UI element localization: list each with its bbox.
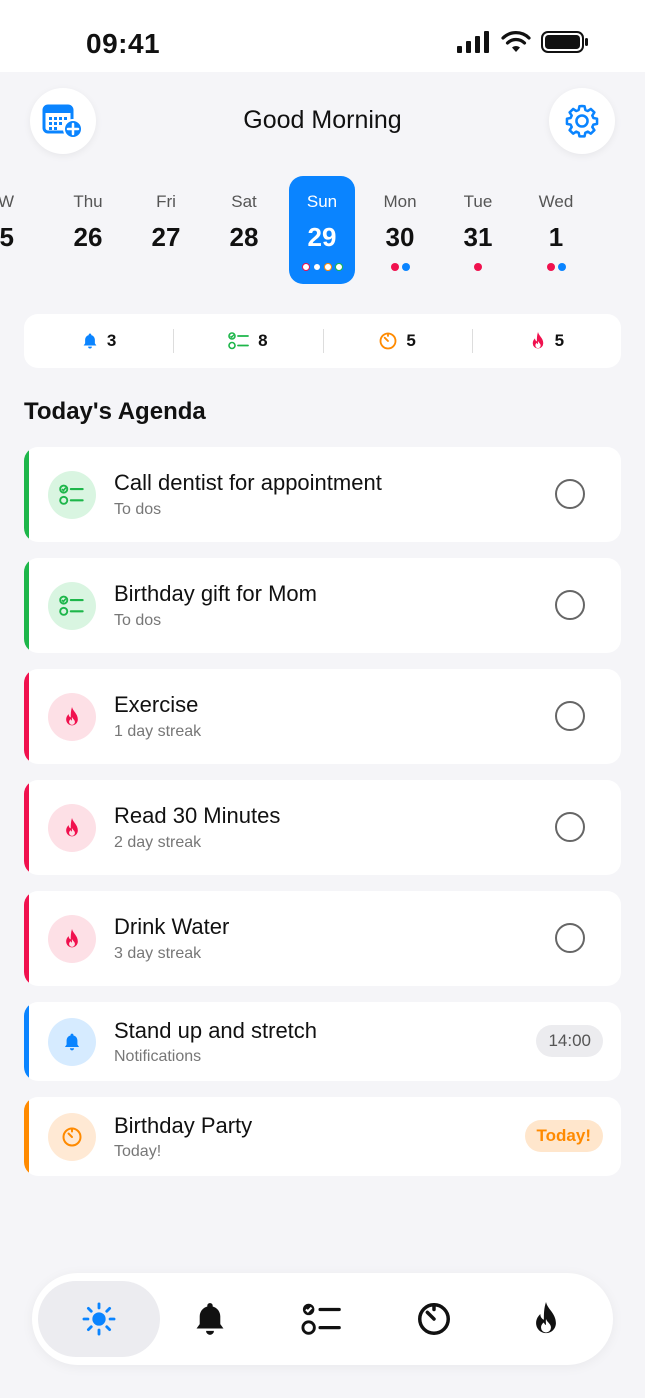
agenda-item-habit[interactable]: Exercise 1 day streak [24, 669, 621, 764]
tab-countdowns[interactable] [373, 1281, 495, 1357]
agenda-item-habit[interactable]: Read 30 Minutes 2 day streak [24, 780, 621, 875]
status-bar: 09:41 [0, 0, 645, 72]
todo-icon-badge [48, 471, 96, 519]
agenda-item-todo[interactable]: Call dentist for appointment To dos [24, 447, 621, 542]
item-subtitle: 3 day streak [114, 945, 202, 962]
item-title: Birthday Party [114, 1113, 253, 1138]
day-cell-selected[interactable]: Sun 29 [289, 176, 355, 284]
tab-today[interactable] [38, 1281, 160, 1357]
habit-icon-badge [48, 915, 96, 963]
stat-habits: 5 [471, 329, 621, 353]
tab-notifications[interactable] [149, 1281, 271, 1357]
todo-icon-badge [48, 582, 96, 630]
stat-countdowns: 5 [322, 329, 472, 353]
complete-checkbox[interactable] [555, 812, 585, 842]
wifi-icon [501, 31, 531, 52]
status-icons [457, 31, 589, 53]
day-cell[interactable]: Fri 27 [133, 176, 199, 284]
item-title: Read 30 Minutes [114, 803, 281, 828]
summary-stats: 3 8 5 5 [24, 314, 621, 368]
flame-icon [536, 1302, 556, 1334]
indicator-dot [323, 263, 332, 271]
item-subtitle: Today! [114, 1143, 162, 1160]
day-cell-prev-partial[interactable]: W 5 [0, 176, 20, 284]
item-title: Call dentist for appointment [114, 470, 382, 495]
flame-icon [66, 707, 78, 726]
countdown-icon-badge [48, 1113, 96, 1161]
tab-habits[interactable] [485, 1281, 607, 1357]
day-indicator-dots [367, 263, 433, 273]
checklist-icon [59, 484, 84, 505]
day-indicator-dots [289, 263, 355, 273]
stat-notifications: 3 [24, 331, 173, 351]
flame-icon [532, 332, 543, 349]
item-subtitle: Notifications [114, 1048, 202, 1065]
battery-icon [541, 31, 588, 53]
indicator-dot [390, 263, 399, 271]
timer-icon [418, 1303, 450, 1335]
agenda-title: Today's Agenda [24, 398, 206, 425]
tab-todos[interactable] [261, 1281, 383, 1357]
sun-icon [82, 1302, 116, 1336]
checklist-icon [301, 1303, 341, 1335]
habit-icon-badge [48, 804, 96, 852]
indicator-dot [474, 263, 482, 271]
day-cell[interactable]: Mon 30 [367, 176, 433, 284]
checklist-icon [228, 332, 250, 350]
habit-icon-badge [48, 693, 96, 741]
day-indicator-dots [523, 263, 589, 273]
week-strip: W 5 Thu 26 Fri 27 Sat 28 Sun 29 Mon 30 T… [0, 176, 645, 286]
complete-checkbox[interactable] [555, 701, 585, 731]
timer-icon [62, 1127, 82, 1147]
day-cell[interactable]: Thu 26 [55, 176, 121, 284]
timer-icon [379, 332, 397, 350]
complete-checkbox[interactable] [555, 479, 585, 509]
item-subtitle: 2 day streak [114, 834, 202, 851]
header: Good Morning [0, 88, 645, 158]
item-title: Drink Water [114, 914, 230, 939]
settings-button[interactable] [549, 88, 615, 154]
indicator-dot [401, 263, 410, 271]
checklist-icon [59, 595, 84, 616]
notification-icon-badge [48, 1018, 96, 1066]
bell-icon [196, 1303, 224, 1335]
signal-icon [457, 31, 489, 53]
flame-icon [66, 929, 78, 948]
item-title: Birthday gift for Mom [114, 581, 317, 606]
agenda-item-habit[interactable]: Drink Water 3 day streak [24, 891, 621, 986]
indicator-dot [312, 263, 321, 271]
indicator-dot [334, 263, 343, 271]
indicator-dot [301, 263, 310, 271]
indicator-dot [546, 263, 555, 271]
agenda-item-todo[interactable]: Birthday gift for Mom To dos [24, 558, 621, 653]
flame-icon [66, 818, 78, 837]
day-cell[interactable]: Tue 31 [445, 176, 511, 284]
day-indicator-dots [445, 263, 511, 273]
complete-checkbox[interactable] [555, 923, 585, 953]
bell-icon [64, 1033, 80, 1051]
day-cell[interactable]: Wed 1 [523, 176, 589, 284]
tab-bar [32, 1273, 613, 1365]
item-subtitle: To dos [114, 501, 162, 518]
agenda-item-notification[interactable]: Stand up and stretch Notifications 14:00 [24, 1002, 621, 1081]
item-subtitle: 1 day streak [114, 723, 202, 740]
day-cell[interactable]: Sat 28 [211, 176, 277, 284]
gear-icon [565, 104, 599, 138]
indicator-dot [557, 263, 566, 271]
item-title: Stand up and stretch [114, 1018, 318, 1043]
item-subtitle: To dos [114, 612, 162, 629]
stat-todos: 8 [173, 329, 322, 353]
status-time: 09:41 [86, 28, 161, 59]
time-badge: 14:00 [536, 1025, 603, 1057]
item-title: Exercise [114, 692, 199, 717]
bell-icon [83, 333, 97, 349]
agenda-item-countdown[interactable]: Birthday Party Today! Today! [24, 1097, 621, 1176]
complete-checkbox[interactable] [555, 590, 585, 620]
today-badge: Today! [524, 1120, 603, 1152]
